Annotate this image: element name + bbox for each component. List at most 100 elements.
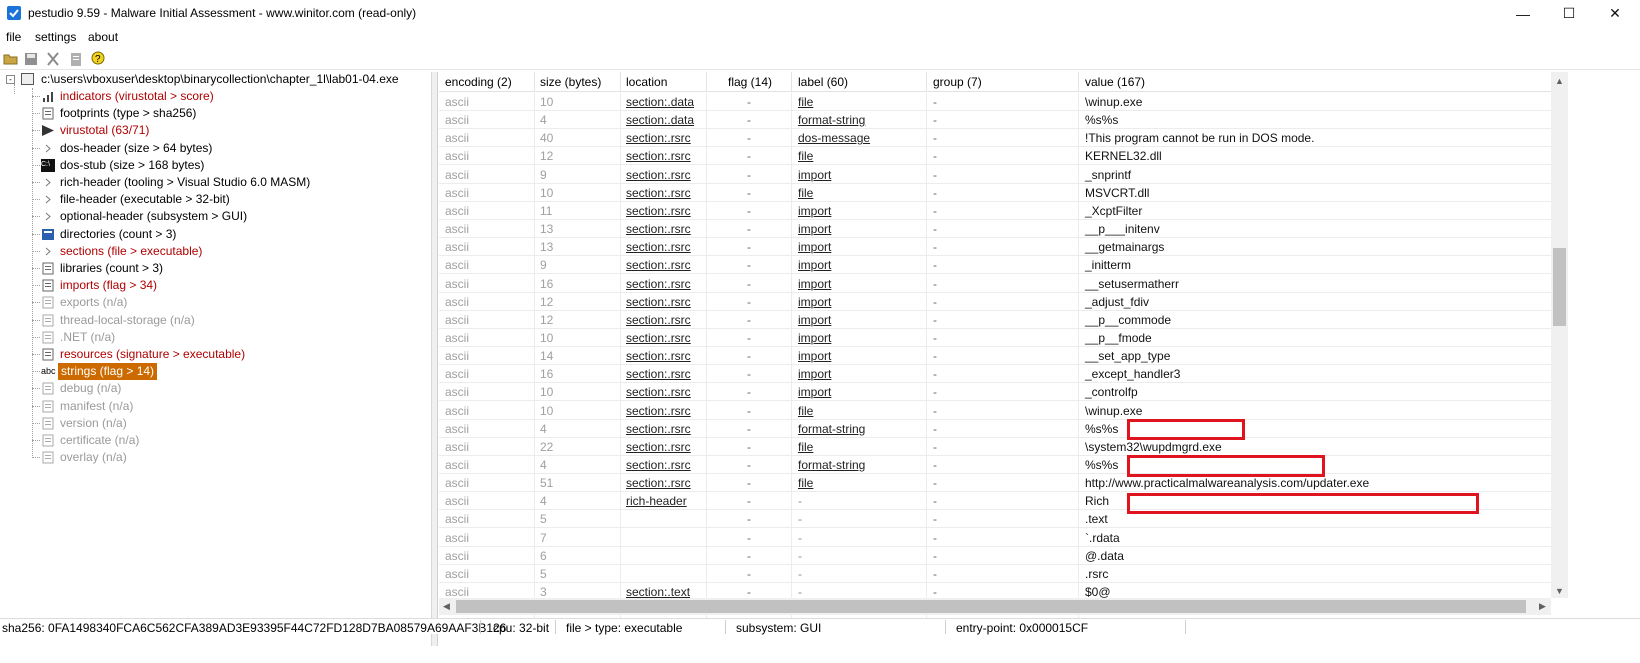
cell-label[interactable]: file xyxy=(798,149,813,163)
cell-label[interactable]: import xyxy=(798,240,831,254)
cell-location[interactable]: rich-header xyxy=(626,494,687,508)
horizontal-scroll-thumb[interactable] xyxy=(456,600,1526,613)
cell-label[interactable]: import xyxy=(798,277,831,291)
open-folder-icon[interactable] xyxy=(3,51,19,67)
cell-location[interactable]: section:.rsrc xyxy=(626,149,691,163)
table-row[interactable]: ascii 7 - - - `.rdata xyxy=(439,529,1551,547)
cell-location[interactable]: section:.rsrc xyxy=(626,422,691,436)
col-flag[interactable]: flag (14) xyxy=(728,75,772,89)
table-row[interactable]: ascii 12 section:.rsrc - import - _adjust_fdiv xyxy=(439,293,1551,311)
expand-icon[interactable] xyxy=(41,176,55,189)
pane-splitter[interactable] xyxy=(432,72,438,646)
table-row[interactable]: ascii 9 section:.rsrc - import - _snprintf xyxy=(439,166,1551,184)
cell-location[interactable]: section:.rsrc xyxy=(626,131,691,145)
table-row[interactable]: ascii 4 section:.data - format-string - %s%s xyxy=(439,111,1551,130)
table-row[interactable]: ascii 13 section:.rsrc - import - __getmainarg… xyxy=(439,238,1551,257)
col-encoding[interactable]: encoding (2) xyxy=(445,75,512,89)
menu-settings[interactable]: settings xyxy=(35,30,76,44)
cell-label[interactable]: import xyxy=(798,295,831,309)
cell-location[interactable]: section:.rsrc xyxy=(626,168,691,182)
table-row[interactable]: ascii 4 section:.rsrc - format-string - %s%s xyxy=(439,456,1551,474)
expand-icon[interactable] xyxy=(41,142,55,155)
scroll-up-icon[interactable]: ▲ xyxy=(1555,76,1564,86)
table-row[interactable]: ascii 5 - - - .rsrc xyxy=(439,565,1551,583)
cell-location[interactable]: section:.rsrc xyxy=(626,349,691,363)
table-row[interactable]: ascii 10 section:.rsrc - file - MSVCRT.dll xyxy=(439,184,1551,202)
cell-label[interactable]: dos-message xyxy=(798,131,870,145)
cell-label[interactable]: file xyxy=(798,476,813,490)
cell-location[interactable]: section:.rsrc xyxy=(626,367,691,381)
vertical-scrollbar[interactable] xyxy=(1551,72,1568,598)
cell-location[interactable]: section:.rsrc xyxy=(626,313,691,327)
clipboard-icon[interactable] xyxy=(68,51,84,67)
table-row[interactable]: ascii 22 section:.rsrc - file - \system32\wupd… xyxy=(439,438,1551,456)
cell-location[interactable]: section:.rsrc xyxy=(626,295,691,309)
cell-label[interactable]: file xyxy=(798,186,813,200)
vertical-scroll-thumb[interactable] xyxy=(1553,248,1566,326)
expand-icon[interactable] xyxy=(41,193,55,206)
cell-label[interactable]: format-string xyxy=(798,113,865,127)
close-button[interactable]: ✕ xyxy=(1592,0,1638,27)
cell-location[interactable]: section:.rsrc xyxy=(626,277,691,291)
menu-about[interactable]: about xyxy=(88,30,118,44)
cut-icon[interactable] xyxy=(45,51,61,67)
table-row[interactable]: ascii 10 section:.rsrc - import - __p__fmode xyxy=(439,329,1551,347)
scroll-right-icon[interactable]: ▶ xyxy=(1539,601,1546,612)
cell-label[interactable]: import xyxy=(798,222,831,236)
table-row[interactable]: ascii 16 section:.rsrc - import - __setusermat… xyxy=(439,275,1551,293)
cell-location[interactable]: section:.text xyxy=(626,585,690,599)
table-row[interactable]: ascii 51 section:.rsrc - file - http://www.pra… xyxy=(439,474,1551,493)
cell-label[interactable]: import xyxy=(798,331,831,345)
expand-icon[interactable] xyxy=(41,210,55,223)
table-row[interactable]: ascii 11 section:.rsrc - import - _XcptFilter xyxy=(439,202,1551,220)
cell-label[interactable]: file xyxy=(798,404,813,418)
col-value[interactable]: value (167) xyxy=(1085,75,1145,89)
cell-label[interactable]: import xyxy=(798,313,831,327)
cell-location[interactable]: section:.rsrc xyxy=(626,186,691,200)
table-row[interactable]: ascii 4 section:.rsrc - format-string - %s%s xyxy=(439,420,1551,438)
cell-location[interactable]: section:.rsrc xyxy=(626,476,691,490)
collapse-icon[interactable]: - xyxy=(6,75,15,84)
table-row[interactable]: ascii 10 section:.rsrc - file - \winup.exe xyxy=(439,402,1551,420)
cell-location[interactable]: section:.rsrc xyxy=(626,222,691,236)
minimize-button[interactable]: — xyxy=(1500,0,1546,27)
table-row[interactable]: ascii 12 section:.rsrc - import - __p__commode xyxy=(439,311,1551,329)
cell-location[interactable]: section:.data xyxy=(626,113,694,127)
cell-location[interactable]: section:.rsrc xyxy=(626,258,691,272)
maximize-button[interactable]: ☐ xyxy=(1546,0,1592,27)
scroll-down-icon[interactable]: ▼ xyxy=(1555,586,1564,596)
help-icon[interactable]: ? xyxy=(90,51,106,67)
col-size[interactable]: size (bytes) xyxy=(540,75,601,89)
cell-location[interactable]: section:.data xyxy=(626,95,694,109)
table-row[interactable]: ascii 16 section:.rsrc - import - _except_hand… xyxy=(439,365,1551,384)
col-group[interactable]: group (7) xyxy=(933,75,982,89)
cell-label[interactable]: import xyxy=(798,367,831,381)
cell-label[interactable]: import xyxy=(798,349,831,363)
cell-label[interactable]: format-string xyxy=(798,458,865,472)
save-icon[interactable] xyxy=(23,51,39,67)
table-row[interactable]: ascii 6 - - - @.data xyxy=(439,547,1551,565)
table-row[interactable]: ascii 10 section:.data - file - \winup.exe xyxy=(439,93,1551,111)
col-label[interactable]: label (60) xyxy=(798,75,848,89)
table-row[interactable]: ascii 9 section:.rsrc - import - _initterm xyxy=(439,256,1551,275)
cell-location[interactable]: section:.rsrc xyxy=(626,404,691,418)
scroll-left-icon[interactable]: ◀ xyxy=(443,601,450,612)
cell-label[interactable]: file xyxy=(798,440,813,454)
expand-icon[interactable] xyxy=(41,245,55,258)
cell-label[interactable]: format-string xyxy=(798,422,865,436)
cell-label[interactable]: import xyxy=(798,168,831,182)
cell-label[interactable]: file xyxy=(798,95,813,109)
cell-location[interactable]: section:.rsrc xyxy=(626,440,691,454)
table-row[interactable]: ascii 40 section:.rsrc - dos-message - !This p… xyxy=(439,129,1551,148)
table-row[interactable]: ascii 13 section:.rsrc - import - __p___initen… xyxy=(439,220,1551,239)
table-row[interactable]: ascii 12 section:.rsrc - file - KERNEL32.dll xyxy=(439,147,1551,166)
table-row[interactable]: ascii 10 section:.rsrc - import - _controlfp xyxy=(439,383,1551,402)
cell-label[interactable]: import xyxy=(798,204,831,218)
cell-label[interactable]: import xyxy=(798,258,831,272)
table-row[interactable]: ascii 14 section:.rsrc - import - __set_app_ty… xyxy=(439,347,1551,366)
col-location[interactable]: location xyxy=(626,75,667,89)
cell-label[interactable]: import xyxy=(798,385,831,399)
cell-location[interactable]: section:.rsrc xyxy=(626,240,691,254)
menu-file[interactable]: file xyxy=(6,30,21,44)
cell-location[interactable]: section:.rsrc xyxy=(626,458,691,472)
